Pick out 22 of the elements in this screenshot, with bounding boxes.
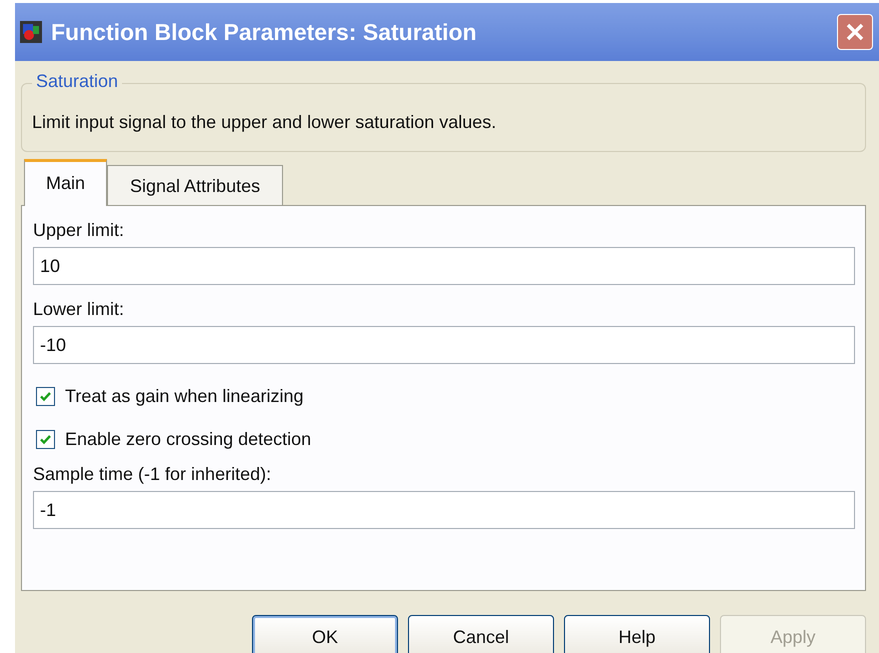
input-field[interactable]: -10 bbox=[33, 326, 855, 364]
checkbox[interactable] bbox=[36, 430, 55, 449]
tab[interactable]: Main bbox=[24, 159, 108, 206]
dialog-button[interactable]: Help bbox=[564, 615, 710, 653]
checkbox[interactable] bbox=[36, 387, 55, 406]
input-field[interactable]: -1 bbox=[33, 491, 855, 529]
window-title: Function Block Parameters: Saturation bbox=[51, 18, 478, 46]
input-field[interactable]: 10 bbox=[33, 247, 855, 285]
field-label: Sample time (-1 for inherited): bbox=[33, 464, 272, 485]
tab[interactable]: Signal Attributes bbox=[107, 165, 284, 205]
dialog-button[interactable]: Cancel bbox=[408, 615, 554, 653]
block-diagram-icon bbox=[19, 20, 43, 44]
close-button[interactable] bbox=[837, 14, 873, 50]
field-label: Lower limit: bbox=[33, 299, 126, 320]
field-label: Upper limit: bbox=[33, 220, 126, 241]
checkbox-label: Enable zero crossing detection bbox=[65, 429, 312, 450]
dialog-button[interactable]: OK bbox=[252, 615, 398, 653]
check-icon bbox=[39, 390, 52, 403]
block-description: Limit input signal to the upper and lower saturation values. bbox=[32, 112, 498, 133]
close-icon bbox=[844, 21, 866, 43]
checkbox-label: Treat as gain when linearizing bbox=[65, 386, 304, 407]
check-icon bbox=[39, 433, 52, 446]
